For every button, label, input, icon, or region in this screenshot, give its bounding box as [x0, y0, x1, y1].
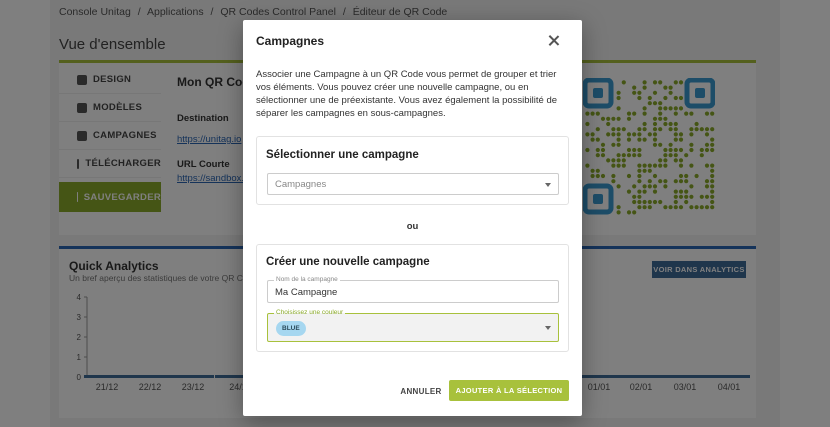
- dialog-title: Campagnes: [256, 34, 325, 48]
- select-section-title: Sélectionner une campagne: [266, 149, 419, 161]
- color-select[interactable]: Choisissez une couleur BLUE: [267, 309, 559, 342]
- dialog-description: Associer une Campagne à un QR Code vous …: [256, 69, 558, 119]
- color-chip[interactable]: BLUE: [276, 321, 306, 336]
- chevron-down-icon: [545, 326, 551, 330]
- create-campaign-section: Créer une nouvelle campagne Nom de la ca…: [256, 244, 569, 352]
- color-select-label: Choisissez une couleur: [274, 309, 346, 316]
- campaign-select-placeholder: Campagnes: [275, 179, 327, 190]
- campaign-dialog: Campagnes Associer une Campagne à un QR …: [243, 20, 582, 416]
- select-campaign-section: Sélectionner une campagne Campagnes: [256, 136, 569, 205]
- campaign-select[interactable]: Campagnes: [267, 173, 559, 195]
- close-icon[interactable]: [546, 33, 562, 49]
- or-separator: ou: [406, 221, 419, 232]
- campaign-name-field[interactable]: Nom de la campagne Ma Campagne: [267, 276, 559, 303]
- cancel-button[interactable]: ANNULER: [396, 382, 446, 400]
- create-section-title: Créer une nouvelle campagne: [266, 256, 430, 268]
- campaign-name-label: Nom de la campagne: [274, 276, 340, 283]
- campaign-name-value: Ma Campagne: [275, 287, 338, 298]
- chevron-down-icon: [545, 183, 551, 187]
- add-to-selection-button[interactable]: AJOUTER À LA SÉLECTION: [449, 380, 569, 401]
